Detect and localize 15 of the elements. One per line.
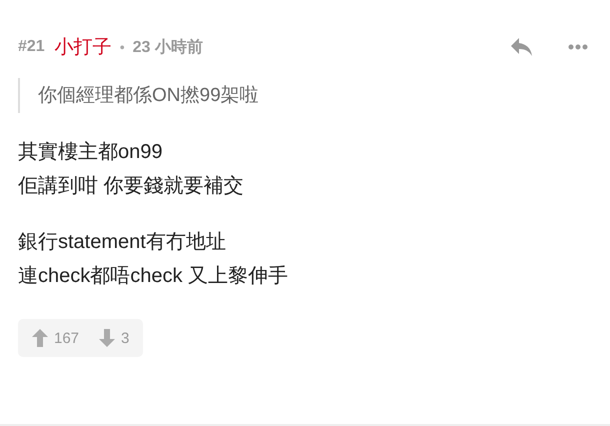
quoted-text: 你個經理都係ON撚99架啦 bbox=[18, 78, 592, 113]
comment-text: 佢講到咁 你要錢就要補交 bbox=[18, 174, 245, 199]
downvote-button[interactable]: 3 bbox=[99, 329, 130, 347]
author-name[interactable]: 小打子 bbox=[54, 34, 112, 60]
down-arrow-icon bbox=[99, 329, 116, 347]
more-icon bbox=[568, 44, 588, 50]
post-time: 23 小時前 bbox=[132, 38, 203, 58]
post-number: #21 bbox=[18, 38, 45, 56]
reply-icon bbox=[510, 37, 534, 57]
comment-text: 銀行statement有冇地址 bbox=[18, 230, 227, 255]
separator-dot: • bbox=[120, 39, 125, 55]
upvote-button[interactable]: 167 bbox=[32, 329, 80, 347]
comment-text: 其實樓主都on99 bbox=[18, 140, 164, 165]
comment-text: 連check都唔check 又上黎伸手 bbox=[18, 264, 290, 289]
up-arrow-icon bbox=[32, 329, 48, 347]
